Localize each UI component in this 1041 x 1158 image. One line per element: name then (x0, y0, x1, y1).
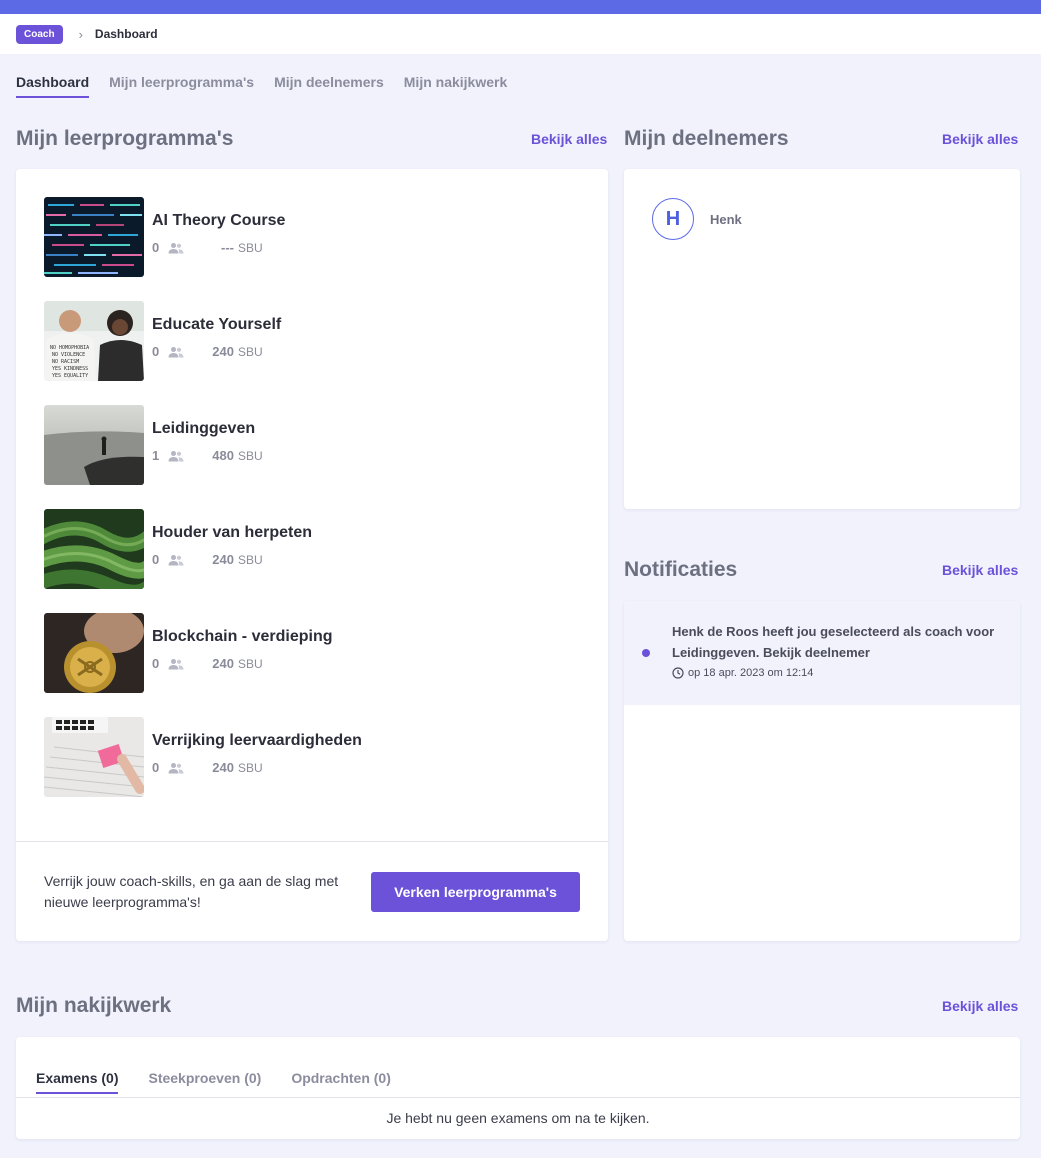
main-tabs: Dashboard Mijn leerprogramma's Mijn deel… (16, 74, 507, 98)
notifications-card: Henk de Roos heeft jou geselecteerd als … (624, 601, 1020, 941)
avatar: H (652, 198, 694, 240)
people-icon (168, 554, 184, 565)
svg-text:NO VIOLENCE: NO VIOLENCE (52, 352, 85, 358)
program-participant-count: 0 (152, 344, 160, 359)
review-title: Mijn nakijkwerk (16, 994, 172, 1017)
tab-my-participants[interactable]: Mijn deelnemers (274, 74, 384, 98)
empty-state-message: Je hebt nu geen examens om na te kijken. (386, 1110, 650, 1126)
unread-dot-icon (642, 649, 650, 657)
program-item[interactable]: Houder van herpeten 0 240 SBU (44, 509, 312, 589)
program-sbu-value: --- (221, 240, 234, 255)
people-icon (168, 658, 184, 669)
program-title: Houder van herpeten (152, 524, 313, 541)
clock-icon (672, 667, 684, 679)
notification-text: Henk de Roos heeft jou geselecteerd als … (672, 624, 995, 660)
breadcrumb: Coach › Dashboard (0, 14, 1041, 54)
program-participant-count: 0 (152, 656, 160, 671)
program-sbu-value: 240 (212, 760, 234, 775)
people-icon (168, 242, 184, 253)
top-accent-bar (0, 0, 1041, 14)
people-icon (168, 450, 184, 461)
program-participant-count: 1 (152, 448, 160, 463)
notifications-title: Notificaties (624, 558, 738, 581)
cta-text: Verrijk jouw coach-skills, en ga aan de … (44, 873, 339, 910)
program-title: Educate Yourself (152, 316, 282, 333)
program-thumbnail (44, 717, 144, 797)
participant-name: Henk (710, 211, 742, 227)
tab-assignments[interactable]: Opdrachten (0) (291, 1070, 391, 1094)
tab-samples[interactable]: Steekproeven (0) (148, 1070, 261, 1094)
program-sbu-unit: SBU (238, 760, 263, 775)
participant-item[interactable]: H Henk (652, 198, 742, 240)
programs-see-all-link[interactable]: Bekijk alles (531, 131, 607, 147)
role-badge: Coach (16, 24, 63, 44)
program-sbu-unit: SBU (238, 656, 263, 671)
program-sbu-value: 240 (212, 344, 234, 359)
tab-dashboard[interactable]: Dashboard (16, 74, 90, 98)
program-thumbnail (44, 509, 144, 589)
program-sbu-unit: SBU (238, 448, 263, 463)
program-thumbnail (44, 405, 144, 485)
program-sbu-value: 240 (212, 552, 234, 567)
participants-see-all-link[interactable]: Bekijk alles (942, 131, 1018, 147)
program-sbu-value: 480 (212, 448, 234, 463)
program-item[interactable]: Leidinggeven 1 480 SBU (44, 405, 263, 485)
program-title: Leidinggeven (152, 420, 256, 437)
program-title: Blockchain - verdieping (152, 628, 333, 645)
program-item[interactable]: AI Theory Course 0 --- SBU (44, 197, 285, 277)
notifications-see-all-link[interactable]: Bekijk alles (942, 562, 1018, 578)
tab-my-reviews[interactable]: Mijn nakijkwerk (404, 74, 507, 98)
notification-timestamp: op 18 apr. 2023 om 12:14 (688, 667, 814, 679)
program-thumbnail: NO HOMOPHOBIA NO VIOLENCE NO RACISM YES … (44, 301, 144, 381)
program-sbu-unit: SBU (238, 240, 263, 255)
notification-time: op 18 apr. 2023 om 12:14 (672, 667, 813, 679)
breadcrumb-current: Dashboard (94, 27, 158, 41)
program-participant-count: 0 (152, 760, 160, 775)
people-icon (168, 762, 184, 773)
review-tabs: Examens (0) Steekproeven (0) Opdrachten … (36, 1070, 391, 1094)
tab-my-programs[interactable]: Mijn leerprogramma's (109, 74, 254, 98)
program-thumbnail (44, 613, 144, 693)
notification-item[interactable]: Henk de Roos heeft jou geselecteerd als … (624, 601, 1020, 705)
participants-card: H Henk (624, 169, 1020, 509)
program-sbu-unit: SBU (238, 344, 263, 359)
program-participant-count: 0 (152, 240, 160, 255)
participants-title: Mijn deelnemers (624, 127, 789, 150)
tabs-divider (16, 1097, 1020, 1098)
program-item[interactable]: NO HOMOPHOBIA NO VIOLENCE NO RACISM YES … (44, 301, 281, 381)
people-icon (168, 346, 184, 357)
program-item[interactable]: Verrijking leervaardigheden 0 240 SBU (44, 717, 362, 797)
program-sbu-value: 240 (212, 656, 234, 671)
programs-title: Mijn leerprogramma's (16, 127, 234, 150)
review-see-all-link[interactable]: Bekijk alles (942, 998, 1018, 1014)
tab-exams[interactable]: Examens (0) (36, 1070, 119, 1094)
card-divider (16, 841, 608, 842)
shirt-text: NO HOMOPHOBIA (50, 345, 89, 351)
svg-text:NO RACISM: NO RACISM (52, 359, 79, 365)
program-sbu-unit: SBU (238, 552, 263, 567)
program-title: AI Theory Course (152, 212, 286, 229)
program-item[interactable]: Blockchain - verdieping 0 240 SBU (44, 613, 332, 693)
programs-card: AI Theory Course 0 --- SBU NO HOMOPHOBIA (16, 169, 608, 941)
review-card: Examens (0) Steekproeven (0) Opdrachten … (16, 1037, 1020, 1139)
svg-text:YES KINDNESS: YES KINDNESS (52, 366, 88, 372)
chevron-right-icon: › (78, 26, 83, 42)
explore-programs-button[interactable]: Verken leerprogramma's (371, 872, 580, 912)
program-participant-count: 0 (152, 552, 160, 567)
svg-text:YES EQUALITY: YES EQUALITY (52, 373, 88, 379)
program-thumbnail (44, 197, 144, 277)
program-title: Verrijking leervaardigheden (152, 732, 362, 749)
